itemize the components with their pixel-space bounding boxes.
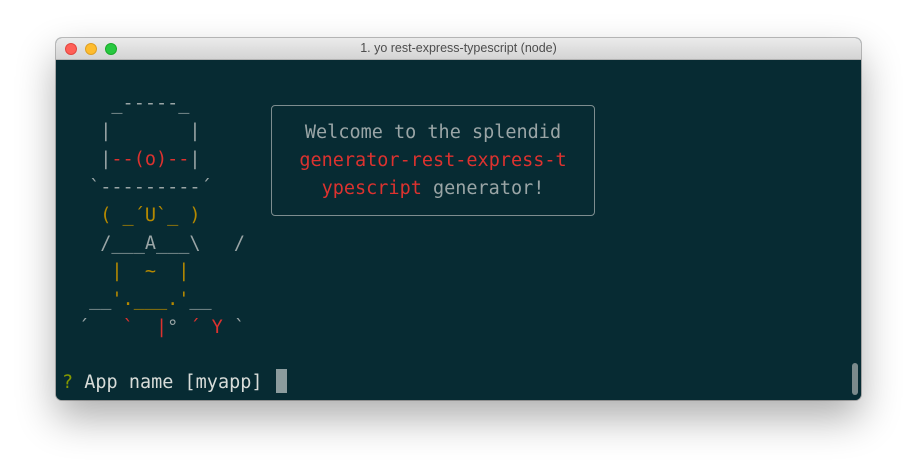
ascii-art-line: /___A___\ / — [78, 230, 245, 258]
ascii-art-line-segment: ` — [222, 317, 246, 338]
text-cursor — [275, 369, 287, 393]
welcome-line: generator-rest-express-t — [272, 147, 594, 175]
ascii-art-line-segment: ° — [167, 317, 190, 338]
ascii-art-line-segment: /___A___\ / — [78, 233, 246, 254]
welcome-line-segment: Welcome to the splendid — [304, 122, 562, 143]
ascii-art-line: __'.___.'__ — [78, 286, 245, 314]
app-name-prompt[interactable]: ? App name [myapp] — [62, 369, 287, 397]
terminal-content[interactable]: _-----_ | | |--(o)--| `---------´ ( _´U`… — [56, 60, 861, 400]
ascii-art-line-segment: ´ Y — [189, 317, 223, 338]
ascii-art-line-segment: `---------´ — [78, 177, 212, 198]
ascii-art-line-segment: ´ — [78, 317, 123, 338]
title-bar[interactable]: 1. yo rest-express-typescript (node) — [56, 38, 861, 60]
ascii-art-line-segment: | — [78, 149, 112, 170]
ascii-art-line-segment: | | — [78, 121, 201, 142]
welcome-line-segment: ypescript — [321, 178, 422, 199]
ascii-art-line: |--(o)--| — [78, 146, 245, 174]
welcome-line-segment: generator! — [421, 178, 545, 199]
ascii-art-line: ´ ` |° ´ Y ` — [78, 314, 245, 342]
ascii-art-line-segment: | — [189, 149, 201, 170]
terminal-window: 1. yo rest-express-typescript (node) _--… — [56, 38, 861, 400]
prompt-default-value: [myapp] — [184, 372, 263, 393]
window-title: 1. yo rest-express-typescript (node) — [360, 41, 557, 55]
welcome-message-box: Welcome to the splendid generator-rest-ex… — [271, 105, 595, 216]
ascii-art-line-segment: --(o)-- — [111, 149, 190, 170]
ascii-art-line-segment: __ — [78, 289, 112, 310]
ascii-art-line: `---------´ — [78, 174, 245, 202]
scrollbar-thumb[interactable] — [852, 363, 858, 395]
yeoman-ascii-art: _-----_ | | |--(o)--| `---------´ ( _´U`… — [78, 90, 245, 342]
ascii-art-line: _-----_ — [78, 90, 245, 118]
ascii-art-line: | ~ | — [78, 258, 245, 286]
welcome-line: ypescript generator! — [272, 175, 594, 203]
ascii-art-line-segment: ( _´U`_ ) — [78, 205, 201, 226]
welcome-line-segment: generator-rest-express-t — [299, 150, 567, 171]
welcome-line: Welcome to the splendid — [272, 119, 594, 147]
ascii-art-line-segment: ` | — [122, 317, 168, 338]
ascii-art-line: ( _´U`_ ) — [78, 202, 245, 230]
prompt-question-mark: ? — [62, 372, 74, 393]
ascii-art-line-segment: __ — [189, 289, 212, 310]
ascii-art-line-segment: _-----_ — [78, 93, 190, 114]
prompt-label: App name — [84, 372, 174, 393]
ascii-art-line-segment: '.___.' — [111, 289, 190, 310]
ascii-art-line-segment: | ~ | — [78, 261, 190, 282]
ascii-art-line: | | — [78, 118, 245, 146]
